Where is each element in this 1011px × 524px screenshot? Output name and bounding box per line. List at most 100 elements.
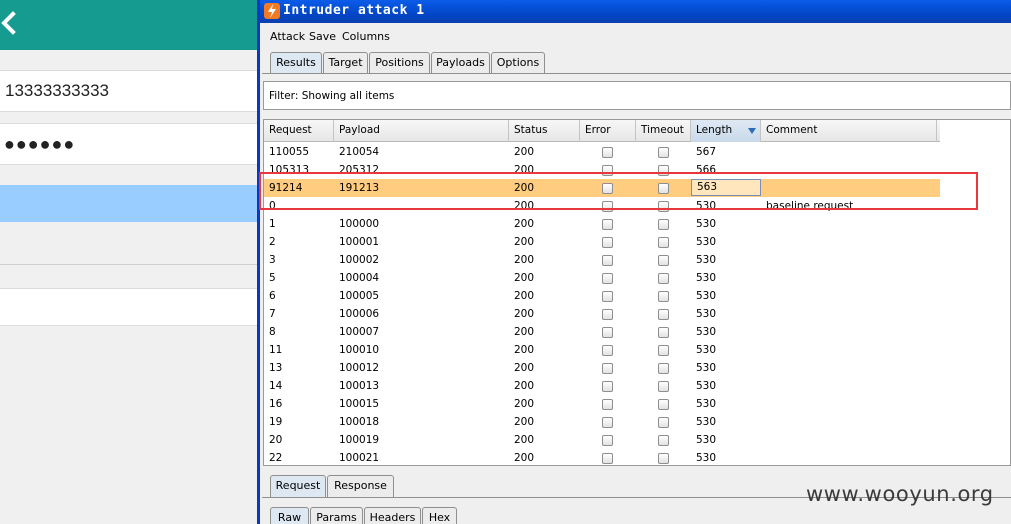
cell-status: 200 (514, 254, 535, 266)
cell-length: 530 (696, 218, 717, 230)
table-row[interactable]: 3 100002 200 530 (264, 251, 940, 269)
error-checkbox[interactable] (602, 291, 613, 302)
tab-headers[interactable]: Headers (364, 507, 421, 524)
tab-hex[interactable]: Hex (422, 507, 457, 524)
cell-status: 200 (514, 218, 535, 230)
table-row[interactable]: 22 100021 200 530 (264, 449, 940, 465)
timeout-checkbox[interactable] (658, 417, 669, 428)
error-checkbox[interactable] (602, 147, 613, 158)
window-title: Intruder attack 1 (283, 3, 425, 18)
blank-input-row[interactable] (0, 288, 257, 326)
cell-comment (761, 287, 766, 305)
table-row[interactable]: 16 100015 200 530 (264, 395, 940, 413)
timeout-checkbox[interactable] (658, 345, 669, 356)
cell-request: 8 (269, 326, 276, 338)
timeout-checkbox[interactable] (658, 273, 669, 284)
phone-number-field[interactable]: 13333333333 (0, 70, 257, 112)
timeout-checkbox[interactable] (658, 363, 669, 374)
error-checkbox[interactable] (602, 399, 613, 410)
cell-length: 530 (696, 308, 717, 320)
tab-payloads[interactable]: Payloads (431, 52, 490, 74)
cell-comment (761, 341, 766, 359)
table-row[interactable]: 7 100006 200 530 (264, 305, 940, 323)
tab-request[interactable]: Request (270, 475, 326, 497)
table-row[interactable]: 20 100019 200 530 (264, 431, 940, 449)
tab-raw[interactable]: Raw (270, 507, 309, 524)
table-row[interactable]: 13 100012 200 530 (264, 359, 940, 377)
tab-options[interactable]: Options (491, 52, 545, 74)
tab-target[interactable]: Target (323, 52, 368, 74)
timeout-checkbox[interactable] (658, 255, 669, 266)
cell-payload: 100000 (339, 218, 380, 230)
cell-length: 530 (696, 344, 717, 356)
tab-response[interactable]: Response (327, 475, 394, 497)
back-arrow-icon[interactable] (0, 9, 20, 39)
cell-comment (761, 269, 766, 287)
timeout-checkbox[interactable] (658, 381, 669, 392)
timeout-checkbox[interactable] (658, 327, 669, 338)
menu-columns[interactable]: Columns (342, 30, 390, 43)
error-checkbox[interactable] (602, 309, 613, 320)
cell-payload: 100019 (339, 434, 380, 446)
error-checkbox[interactable] (602, 345, 613, 356)
cell-comment (761, 395, 766, 413)
tab-results[interactable]: Results (270, 52, 322, 74)
timeout-checkbox[interactable] (658, 399, 669, 410)
error-checkbox[interactable] (602, 381, 613, 392)
cell-request: 16 (269, 398, 283, 410)
error-checkbox[interactable] (602, 453, 613, 464)
timeout-checkbox[interactable] (658, 309, 669, 320)
cell-request: 13 (269, 362, 283, 374)
cell-comment (761, 413, 766, 431)
cell-status: 200 (514, 272, 535, 284)
tab-params[interactable]: Params (310, 507, 363, 524)
timeout-checkbox[interactable] (658, 291, 669, 302)
table-row[interactable]: 2 100001 200 530 (264, 233, 940, 251)
cell-payload: 100010 (339, 344, 380, 356)
table-row[interactable]: 8 100007 200 530 (264, 323, 940, 341)
error-checkbox[interactable] (602, 435, 613, 446)
login-button[interactable] (0, 185, 257, 222)
col-error[interactable]: Error (580, 120, 636, 142)
error-checkbox[interactable] (602, 237, 613, 248)
error-checkbox[interactable] (602, 327, 613, 338)
cell-status: 200 (514, 236, 535, 248)
cell-length: 530 (696, 398, 717, 410)
cell-comment (761, 215, 766, 233)
cell-comment (761, 233, 766, 251)
cell-payload: 100001 (339, 236, 380, 248)
tab-positions[interactable]: Positions (369, 52, 430, 74)
col-status[interactable]: Status (509, 120, 580, 142)
timeout-checkbox[interactable] (658, 147, 669, 158)
error-checkbox[interactable] (602, 273, 613, 284)
col-timeout[interactable]: Timeout (636, 120, 691, 142)
table-row[interactable]: 19 100018 200 530 (264, 413, 940, 431)
timeout-checkbox[interactable] (658, 453, 669, 464)
table-row[interactable]: 14 100013 200 530 (264, 377, 940, 395)
filter-bar[interactable]: Filter: Showing all items (263, 81, 1011, 110)
cell-request: 19 (269, 416, 283, 428)
error-checkbox[interactable] (602, 417, 613, 428)
table-row[interactable]: 11 100010 200 530 (264, 341, 940, 359)
table-row[interactable]: 1 100000 200 530 (264, 215, 940, 233)
table-row[interactable]: 6 100005 200 530 (264, 287, 940, 305)
col-length[interactable]: Length (691, 120, 761, 142)
col-payload[interactable]: Payload (334, 120, 509, 142)
timeout-checkbox[interactable] (658, 219, 669, 230)
cell-status: 200 (514, 326, 535, 338)
col-request[interactable]: Request (264, 120, 334, 142)
menu-attack[interactable]: Attack (270, 30, 305, 43)
error-checkbox[interactable] (602, 255, 613, 266)
error-checkbox[interactable] (602, 363, 613, 374)
table-row[interactable]: 110055 210054 200 567 (264, 143, 940, 161)
menu-save[interactable]: Save (309, 30, 336, 43)
cell-payload: 100015 (339, 398, 380, 410)
col-comment[interactable]: Comment (761, 120, 937, 142)
timeout-checkbox[interactable] (658, 435, 669, 446)
table-row[interactable]: 5 100004 200 530 (264, 269, 940, 287)
cell-status: 200 (514, 452, 535, 464)
error-checkbox[interactable] (602, 219, 613, 230)
timeout-checkbox[interactable] (658, 237, 669, 248)
cell-payload: 100005 (339, 290, 380, 302)
password-field[interactable]: ●●●●●● (0, 123, 257, 165)
